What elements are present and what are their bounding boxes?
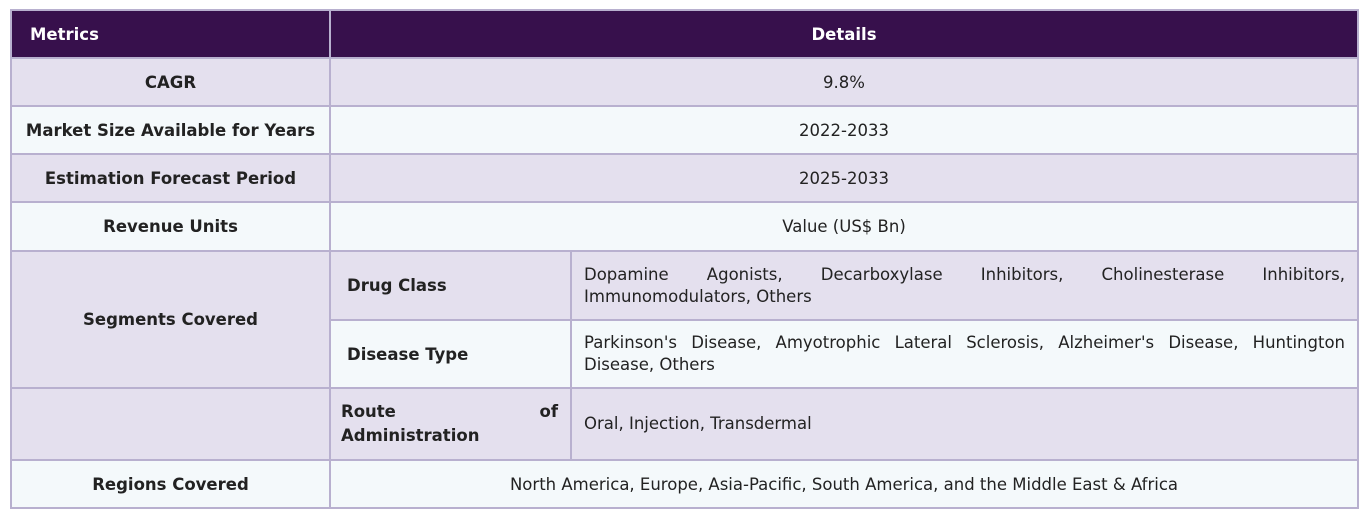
revenue-units-label: Revenue Units: [10, 201, 331, 252]
route-empty-cell: [10, 387, 331, 461]
cagr-value: 9.8%: [328, 57, 1360, 107]
header-metrics: Metrics: [10, 9, 331, 59]
route-label: Route of Administration: [329, 387, 572, 461]
forecast-value: 2025-2033: [328, 153, 1360, 203]
market-size-label: Market Size Available for Years: [10, 105, 331, 155]
disease-type-value: Parkinson's Disease, Amyotrophic Lateral…: [569, 319, 1360, 389]
drug-class-label: Drug Class: [329, 250, 572, 321]
table-row: Market Size Available for Years 2022-203…: [10, 105, 1360, 155]
table-row: CAGR 9.8%: [10, 57, 1360, 107]
cagr-label: CAGR: [10, 57, 331, 107]
table-row: Segments Covered Drug Class Dopamine Ago…: [10, 250, 1360, 389]
metrics-table: Metrics Details CAGR 9.8% Market Size Av…: [10, 9, 1360, 509]
drug-class-value: Dopamine Agonists, Decarboxylase Inhibit…: [569, 250, 1360, 321]
disease-type-label: Disease Type: [329, 319, 572, 389]
table-row: Estimation Forecast Period 2025-2033: [10, 153, 1360, 203]
table-row: Route of Administration Oral, Injection,…: [10, 387, 1360, 461]
regions-value: North America, Europe, Asia-Pacific, Sou…: [328, 459, 1360, 509]
revenue-units-value: Value (US$ Bn): [328, 201, 1360, 252]
regions-label: Regions Covered: [10, 459, 331, 509]
table-row: Regions Covered North America, Europe, A…: [10, 459, 1360, 509]
forecast-label: Estimation Forecast Period: [10, 153, 331, 203]
route-value: Oral, Injection, Transdermal: [569, 387, 1360, 461]
segments-label: Segments Covered: [10, 250, 331, 389]
table-row: Revenue Units Value (US$ Bn): [10, 201, 1360, 252]
market-size-value: 2022-2033: [328, 105, 1360, 155]
header-details: Details: [328, 9, 1360, 59]
header-row: Metrics Details: [10, 9, 1360, 59]
